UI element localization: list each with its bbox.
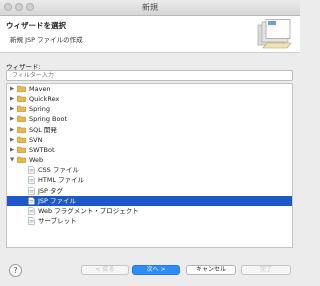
- tree-item-label: QuickRex: [29, 95, 60, 104]
- folder-icon: [17, 106, 26, 113]
- tree-folder-row[interactable]: ▶ SVN: [7, 135, 292, 145]
- tree-folder-row[interactable]: ▶ SQL 開発: [7, 125, 292, 135]
- dialog-footer: ? < 戻る 次へ > キャンセル 完了: [0, 256, 300, 286]
- file-icon: [28, 166, 35, 174]
- finish-button[interactable]: 完了: [241, 265, 291, 275]
- tree-item-row[interactable]: JSP タグ: [7, 186, 292, 196]
- tree-item-row[interactable]: JSP ファイル: [7, 195, 292, 206]
- tree-item-label: Web フラグメント・プロジェクト: [38, 206, 139, 215]
- help-icon[interactable]: ?: [9, 264, 22, 277]
- tree-folder-row[interactable]: ▶ SWTBot: [7, 145, 292, 155]
- collapsed-triangle-icon[interactable]: ▶: [10, 146, 16, 154]
- tree-item-row[interactable]: サーブレット: [7, 216, 292, 226]
- file-icon: [28, 217, 35, 225]
- wizard-tree[interactable]: ▶ Maven ▶ QuickRex ▶ Spring ▶ Spring Boot ▶ SQL 開…: [6, 83, 293, 248]
- window-titlebar: 新規: [0, 0, 300, 16]
- next-button[interactable]: 次へ >: [132, 265, 180, 275]
- tree-item-label: HTML ファイル: [38, 176, 85, 185]
- folder-icon: [17, 116, 26, 123]
- back-button[interactable]: < 戻る: [81, 265, 129, 275]
- tree-item-label: Maven: [29, 85, 51, 93]
- file-icon: [28, 186, 35, 195]
- tree-item-label: SVN: [29, 135, 43, 144]
- filter-input[interactable]: [6, 70, 293, 81]
- folder-icon: [17, 136, 26, 143]
- file-icon: [28, 176, 35, 185]
- page-title: ウィザードを選択: [6, 21, 66, 30]
- collapsed-triangle-icon[interactable]: ▶: [10, 105, 16, 113]
- collapsed-triangle-icon[interactable]: ▶: [10, 115, 16, 123]
- tree-item-row[interactable]: HTML ファイル: [7, 175, 292, 185]
- file-icon: [28, 196, 35, 205]
- collapsed-triangle-icon[interactable]: ▶: [10, 126, 16, 134]
- cancel-button[interactable]: キャンセル: [186, 265, 236, 275]
- tree-item-row[interactable]: Web フラグメント・プロジェクト: [7, 206, 292, 216]
- tree-folder-row[interactable]: ▶ QuickRex: [7, 94, 292, 104]
- window-title: 新規: [142, 3, 158, 12]
- tree-item-label: CSS ファイル: [38, 166, 79, 175]
- folder-icon: [17, 146, 26, 153]
- collapsed-triangle-icon[interactable]: ▶: [10, 136, 16, 144]
- collapsed-triangle-icon[interactable]: ▶: [10, 85, 16, 93]
- tree-item-row[interactable]: CSS ファイル: [7, 165, 292, 175]
- file-icon: [28, 207, 35, 215]
- tree-item-label: SQL 開発: [29, 125, 57, 134]
- tree-item-label: Spring: [29, 105, 50, 114]
- tree-item-label: Spring Boot: [29, 115, 68, 124]
- folder-icon: [17, 95, 26, 102]
- folder-icon: [17, 85, 26, 92]
- tree-folder-row[interactable]: ▶ Maven: [7, 84, 292, 94]
- tree-item-label: Web: [29, 156, 44, 165]
- tree-folder-row[interactable]: ▶ Spring Boot: [7, 114, 292, 124]
- tree-folder-row[interactable]: ▶ Spring: [7, 104, 292, 114]
- tree-folder-row[interactable]: ▼ Web: [7, 155, 292, 165]
- expanded-triangle-icon[interactable]: ▼: [10, 156, 16, 164]
- page-subtitle: 新規 JSP ファイルの作成: [10, 36, 83, 44]
- tree-item-label: SWTBot: [29, 145, 55, 154]
- wizard-header: ウィザードを選択 新規 JSP ファイルの作成: [0, 16, 300, 53]
- new-file-wizard-icon: [257, 19, 292, 49]
- folder-icon: [17, 126, 26, 133]
- tree-item-label: JSP ファイル: [38, 196, 77, 205]
- tree-item-label: JSP タグ: [38, 186, 64, 195]
- folder-icon: [17, 156, 26, 163]
- collapsed-triangle-icon[interactable]: ▶: [10, 95, 16, 103]
- tree-item-label: サーブレット: [38, 216, 77, 225]
